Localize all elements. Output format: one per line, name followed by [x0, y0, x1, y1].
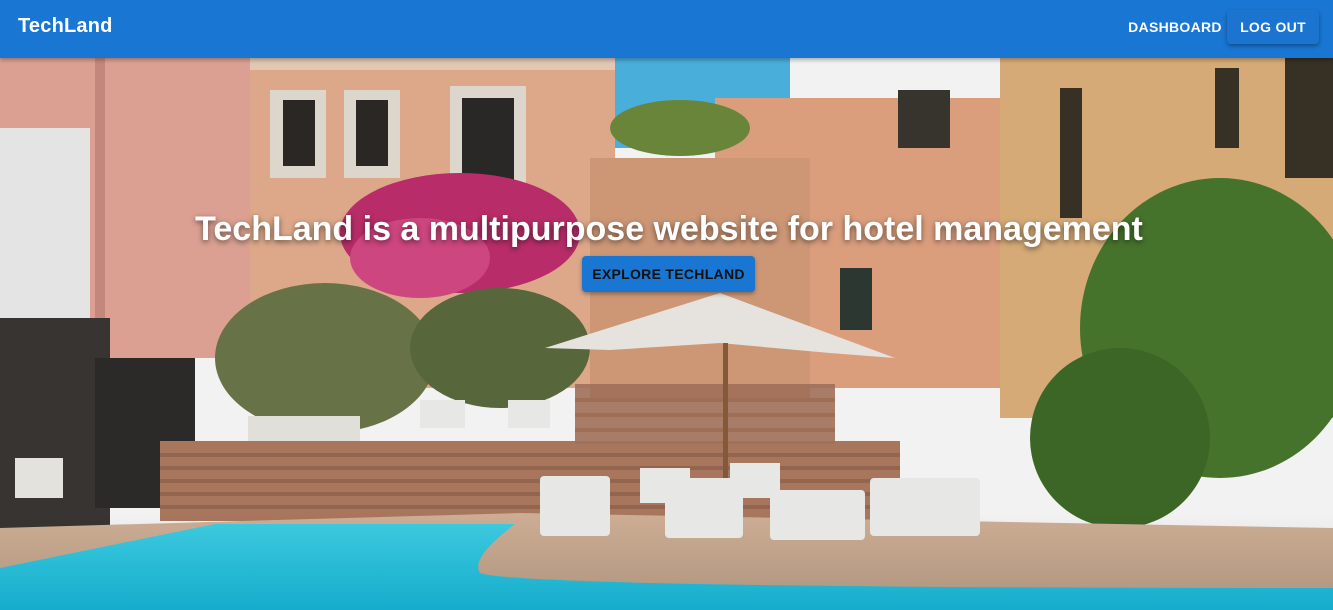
hero-background-image [0, 58, 1333, 610]
hero-headline: TechLand is a multipurpose website for h… [195, 210, 1143, 248]
logout-button[interactable]: LOG OUT [1227, 10, 1319, 44]
dashboard-button[interactable]: DASHBOARD [1123, 11, 1227, 43]
brand-logo[interactable]: TechLand [18, 15, 113, 38]
explore-techland-button[interactable]: EXPLORE TECHLAND [582, 256, 755, 292]
hero-section: TechLand is a multipurpose website for h… [0, 58, 1333, 610]
app-bar: TechLand DASHBOARD LOG OUT [0, 0, 1333, 58]
